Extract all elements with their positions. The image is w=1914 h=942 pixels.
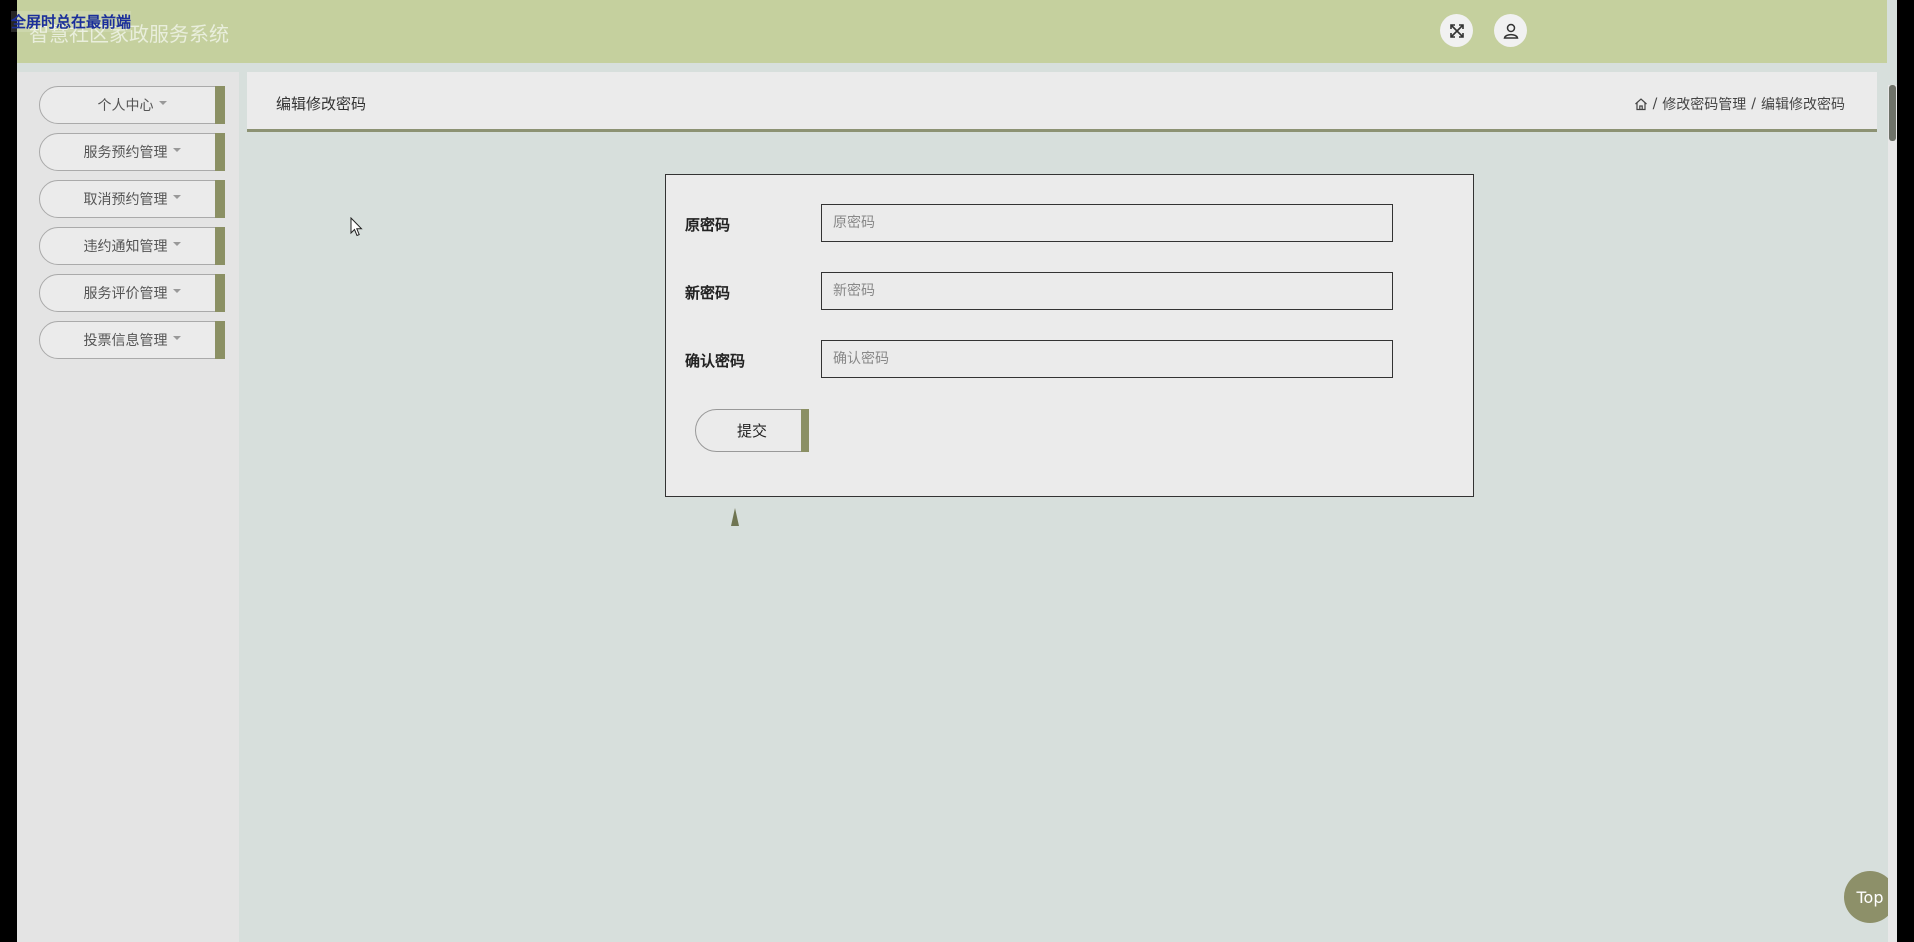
- breadcrumb: / 修改密码管理 / 编辑修改密码: [1634, 94, 1845, 114]
- sidebar-item-label: 违约通知管理: [83, 239, 168, 255]
- sidebar-item-accent: [215, 274, 225, 312]
- sidebar-item-label: 投票信息管理: [83, 333, 168, 349]
- sidebar-item-label: 取消预约管理: [83, 192, 168, 208]
- breadcrumb-separator: /: [1751, 96, 1756, 112]
- sidebar-item-accent: [215, 321, 225, 359]
- always-on-top-notice: 全屏时总在最前端: [11, 11, 132, 32]
- caret-down-icon: [172, 242, 181, 246]
- submit-button-accent: [801, 409, 809, 452]
- caret-down-icon: [172, 148, 181, 152]
- sidebar-item-accent: [215, 133, 225, 171]
- page-title: 编辑修改密码: [276, 95, 367, 113]
- caret-down-icon: [172, 195, 181, 199]
- home-icon[interactable]: [1634, 97, 1648, 111]
- sidebar-item-personal-center[interactable]: 个人中心: [39, 86, 225, 124]
- scrollbar-thumb[interactable]: [1889, 85, 1896, 141]
- confirm-password-label: 确认密码: [685, 352, 746, 370]
- confirm-password-row: 确认密码: [666, 340, 1473, 378]
- user-button[interactable]: [1494, 14, 1527, 47]
- sidebar-item-vote-info[interactable]: 投票信息管理: [39, 321, 225, 359]
- sidebar-item-accent: [215, 227, 225, 265]
- sidebar-item-label: 服务预约管理: [83, 145, 168, 161]
- submit-button[interactable]: 提交: [695, 409, 809, 452]
- submit-button-label: 提交: [736, 422, 767, 440]
- old-password-input[interactable]: [821, 204, 1393, 242]
- fullscreen-icon: [1449, 23, 1464, 38]
- caret-down-icon: [158, 101, 167, 105]
- back-to-top-label: Top: [1856, 887, 1884, 907]
- scrollbar-track[interactable]: [1888, 85, 1897, 942]
- old-password-label: 原密码: [685, 216, 731, 234]
- new-password-label: 新密码: [685, 284, 731, 302]
- triangle-marker-icon: [731, 508, 739, 526]
- sidebar: 个人中心 服务预约管理 取消预约管理 违约通知管理 服务评价管理 投票信息管理: [17, 72, 239, 942]
- fullscreen-button[interactable]: [1440, 14, 1473, 47]
- breadcrumb-separator: /: [1652, 96, 1658, 112]
- app-window: 智慧社区家政服务系统 个人中心 服务预约管理 取消预约管理 违约通知管理 服务评…: [17, 0, 1897, 942]
- mouse-cursor-icon: [350, 217, 363, 237]
- main-content: 编辑修改密码 / 修改密码管理 / 编辑修改密码 原密码 新密码 确认密码: [247, 72, 1893, 942]
- breadcrumb-item[interactable]: 修改密码管理: [1662, 94, 1746, 114]
- sidebar-item-accent: [215, 86, 225, 124]
- sidebar-item-service-booking[interactable]: 服务预约管理: [39, 133, 225, 171]
- sidebar-item-service-review[interactable]: 服务评价管理: [39, 274, 225, 312]
- sidebar-item-label: 服务评价管理: [83, 286, 168, 302]
- breadcrumb-item-current: 编辑修改密码: [1761, 97, 1845, 113]
- top-header: 智慧社区家政服务系统: [17, 0, 1887, 63]
- confirm-password-input[interactable]: [821, 340, 1393, 378]
- sidebar-item-label: 个人中心: [97, 98, 154, 114]
- sidebar-item-accent: [215, 180, 225, 218]
- sidebar-item-breach-notice[interactable]: 违约通知管理: [39, 227, 225, 265]
- new-password-input[interactable]: [821, 272, 1393, 310]
- old-password-row: 原密码: [666, 204, 1473, 242]
- password-form: 原密码 新密码 确认密码 提交: [665, 174, 1474, 497]
- sidebar-item-cancel-booking[interactable]: 取消预约管理: [39, 180, 225, 218]
- caret-down-icon: [172, 336, 181, 340]
- page-header-bar: 编辑修改密码 / 修改密码管理 / 编辑修改密码: [247, 72, 1877, 132]
- caret-down-icon: [172, 289, 181, 293]
- new-password-row: 新密码: [666, 272, 1473, 310]
- user-icon: [1503, 23, 1518, 39]
